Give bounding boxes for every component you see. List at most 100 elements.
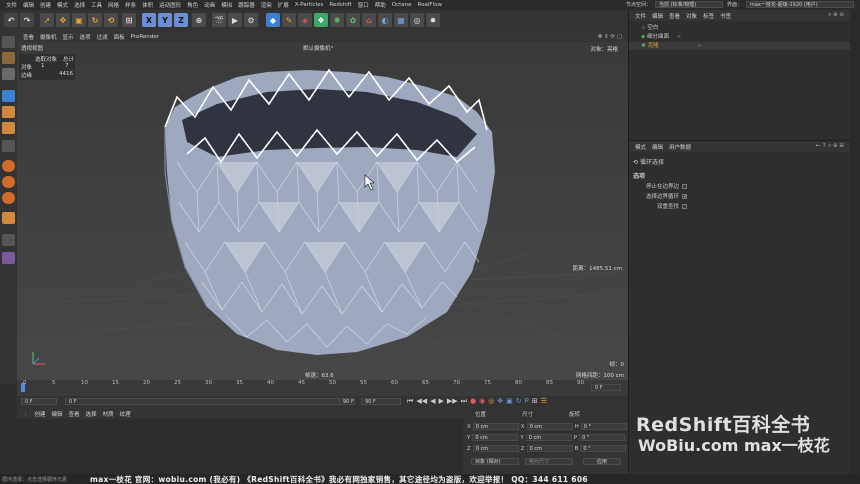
object-name[interactable]: 空白 bbox=[647, 25, 658, 31]
redshift-icon[interactable]: ◎ bbox=[410, 13, 424, 27]
menu-mograph[interactable]: 运动图形 bbox=[159, 1, 181, 9]
vp-menu-prorender[interactable]: ProRender bbox=[131, 34, 159, 40]
x-axis-lock-icon[interactable]: X bbox=[142, 13, 156, 27]
key-position-icon[interactable]: ✥ bbox=[497, 397, 503, 406]
position-z-field[interactable]: 0 cm bbox=[472, 445, 519, 452]
keyframe-selection-icon[interactable]: ◎ bbox=[488, 397, 494, 406]
menu-create[interactable]: 创建 bbox=[40, 1, 51, 9]
cloner-icon[interactable]: ❖ bbox=[314, 13, 328, 27]
coord-mode-select[interactable]: 对象 (相对) bbox=[471, 458, 519, 465]
rotate-icon[interactable]: ↻ bbox=[88, 13, 102, 27]
obj-menu-objects[interactable]: 对象 bbox=[686, 12, 697, 20]
workplane-icon[interactable] bbox=[2, 192, 15, 204]
bulb-icon[interactable]: ✹ bbox=[426, 13, 440, 27]
menu-spline[interactable]: 样条 bbox=[125, 1, 136, 9]
menu-character[interactable]: 角色 bbox=[187, 1, 198, 9]
record-icon[interactable]: ● bbox=[470, 397, 476, 406]
mat-menu-create[interactable]: 创建 bbox=[35, 410, 46, 418]
mat-menu-view[interactable]: 查看 bbox=[69, 410, 80, 418]
cube-icon[interactable]: ◆ bbox=[266, 13, 280, 27]
object-row-subdivision[interactable]: ◈ 细分曲面 ✓ bbox=[629, 33, 850, 41]
option-select-boundary-loop[interactable]: 选择边界循环 ✓ bbox=[639, 192, 687, 200]
scale-icon[interactable]: ▣ bbox=[72, 13, 86, 27]
menu-edit[interactable]: 编辑 bbox=[23, 1, 34, 9]
polygons-mode-icon[interactable] bbox=[2, 122, 15, 134]
current-frame-field[interactable]: 0 F bbox=[591, 384, 621, 391]
camera-icon[interactable]: ◐ bbox=[378, 13, 392, 27]
vp-menu-display[interactable]: 显示 bbox=[63, 33, 74, 41]
menu-render[interactable]: 渲染 bbox=[261, 1, 272, 9]
vp-menu-panel[interactable]: 面板 bbox=[114, 33, 125, 41]
prev-key-icon[interactable]: ◀◀ bbox=[416, 397, 427, 406]
axis-icon[interactable]: ⊞ bbox=[122, 13, 136, 27]
menu-xparticles[interactable]: X-Particles bbox=[295, 2, 324, 8]
scene-icon[interactable]: ⌂ bbox=[362, 13, 376, 27]
z-axis-lock-icon[interactable]: Z bbox=[174, 13, 188, 27]
go-start-icon[interactable]: ⏮ bbox=[407, 397, 413, 406]
coord-system-icon[interactable]: ⊕ bbox=[192, 13, 206, 27]
attr-menu-mode[interactable]: 模式 bbox=[635, 143, 646, 151]
snap-settings-icon[interactable] bbox=[2, 176, 15, 188]
timeline-menu-icon[interactable]: ☰ bbox=[541, 397, 547, 406]
position-y-field[interactable]: 0 cm bbox=[472, 434, 519, 441]
size-mode-select[interactable]: 绝对尺寸 bbox=[525, 458, 573, 465]
obj-menu-file[interactable]: 文件 bbox=[635, 12, 646, 20]
position-x-field[interactable]: 0 cm bbox=[472, 423, 519, 430]
pen-spline-icon[interactable]: ✎ bbox=[282, 13, 296, 27]
subdivision-icon[interactable]: ◈ bbox=[298, 13, 312, 27]
layout-select[interactable]: max一枝花-超级-1920 (用户) bbox=[746, 1, 854, 8]
rotation-h-field[interactable]: 0 ° bbox=[580, 423, 627, 430]
mat-menu-texture[interactable]: 纹理 bbox=[120, 410, 131, 418]
option-stop-at-boundary[interactable]: 停止在边界边 bbox=[639, 182, 687, 190]
light-icon[interactable]: ▦ bbox=[394, 13, 408, 27]
menu-volume[interactable]: 体积 bbox=[142, 1, 153, 9]
snap-icon[interactable] bbox=[2, 160, 15, 172]
move-icon[interactable]: ✥ bbox=[56, 13, 70, 27]
object-row-null[interactable]: ⊹ 空白 bbox=[629, 24, 850, 32]
prev-frame-icon[interactable]: ◀ bbox=[430, 397, 435, 406]
object-name[interactable]: 克隆 bbox=[648, 43, 659, 49]
menu-mesh[interactable]: 网格 bbox=[108, 1, 119, 9]
play-icon[interactable]: ▶ bbox=[438, 397, 443, 406]
menu-help[interactable]: 帮助 bbox=[375, 1, 386, 9]
preview-range-start[interactable]: 0 F bbox=[65, 398, 355, 405]
key-scale-icon[interactable]: ▣ bbox=[506, 397, 513, 406]
max-frame-field[interactable]: 90 F bbox=[361, 398, 401, 405]
vp-menu-filter[interactable]: 过滤 bbox=[97, 33, 108, 41]
menu-select[interactable]: 选择 bbox=[74, 1, 85, 9]
object-search-icons[interactable]: ⌕ ⊕ ⊖ bbox=[828, 12, 844, 19]
obj-menu-view[interactable]: 查看 bbox=[669, 12, 680, 20]
menu-realflow[interactable]: RealFlow bbox=[418, 2, 442, 8]
object-name[interactable]: 细分曲面 bbox=[647, 34, 669, 40]
menu-redshift[interactable]: Redshift bbox=[329, 2, 351, 8]
rotation-p-field[interactable]: 0 ° bbox=[579, 434, 626, 441]
tag-icon[interactable]: ⁘ bbox=[697, 42, 702, 50]
attr-menu-edit[interactable]: 编辑 bbox=[652, 143, 663, 151]
mat-menu-material[interactable]: 材质 bbox=[103, 410, 114, 418]
menu-mode[interactable]: 模式 bbox=[57, 1, 68, 9]
enabled-check-icon[interactable]: ✓ bbox=[677, 33, 682, 41]
mat-menu-edit[interactable]: 编辑 bbox=[52, 410, 63, 418]
menu-window[interactable]: 窗口 bbox=[358, 1, 369, 9]
obj-menu-edit[interactable]: 编辑 bbox=[652, 12, 663, 20]
camera-name[interactable]: 默认摄像机° bbox=[303, 44, 333, 52]
select-arrow-icon[interactable]: ➚ bbox=[40, 13, 54, 27]
recent-tool-icon[interactable]: ⟲ bbox=[104, 13, 118, 27]
double-search-checkbox[interactable] bbox=[682, 203, 687, 209]
select-boundary-loop-checkbox[interactable]: ✓ bbox=[682, 193, 687, 199]
field-icon[interactable]: ✿ bbox=[346, 13, 360, 27]
magnet-icon[interactable] bbox=[2, 212, 15, 224]
deformer-icon[interactable]: ✺ bbox=[330, 13, 344, 27]
next-frame-icon[interactable]: ▶▶ bbox=[447, 397, 458, 406]
size-y-field[interactable]: 0 cm bbox=[525, 434, 572, 441]
points-mode-icon[interactable] bbox=[2, 90, 15, 102]
size-z-field[interactable]: 0 cm bbox=[526, 445, 573, 452]
preview-range-end[interactable]: 90 F bbox=[339, 398, 355, 405]
obj-menu-bookmarks[interactable]: 书签 bbox=[720, 12, 731, 20]
object-row-cloner[interactable]: ❖ 克隆 ⁘ bbox=[629, 42, 850, 50]
make-editable-icon[interactable] bbox=[2, 36, 15, 48]
min-frame-field[interactable]: 0 F bbox=[21, 398, 57, 405]
attribute-nav-icons[interactable]: ← ↑ ⌕ ⊕ ⊞ bbox=[815, 143, 844, 150]
vp-menu-view[interactable]: 查看 bbox=[23, 33, 34, 41]
mat-menu-select[interactable]: 选择 bbox=[86, 410, 97, 418]
